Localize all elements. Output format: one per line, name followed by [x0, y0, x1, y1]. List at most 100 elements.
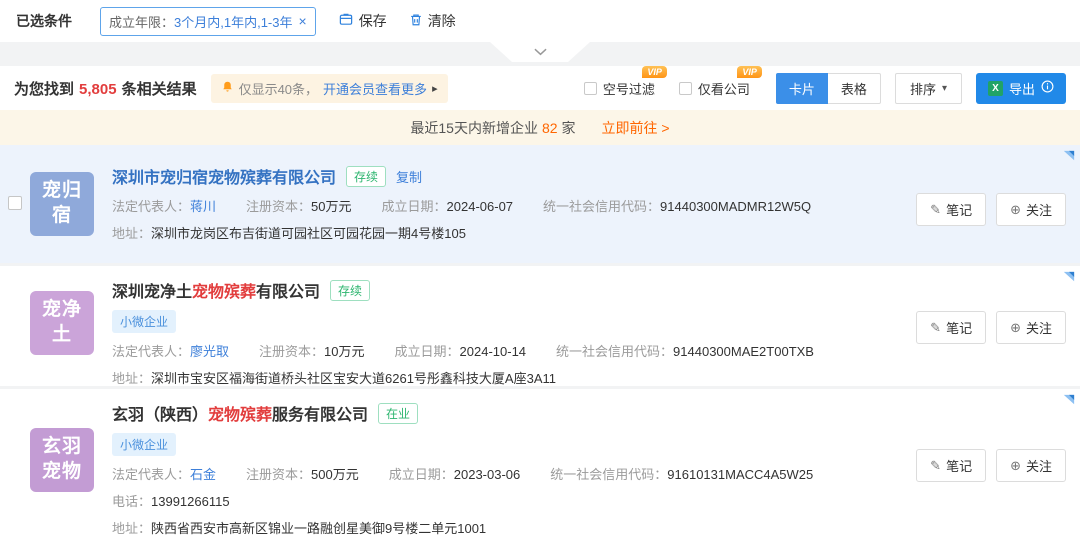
caret-down-icon: ▾ [942, 83, 947, 94]
name-text: 玄羽（陕西） [112, 407, 208, 424]
note-button[interactable]: ✎笔记 [916, 311, 986, 344]
legal-rep-link[interactable]: 蒋川 [190, 199, 216, 214]
corner-ribbon-icon[interactable] [1061, 269, 1076, 289]
empty-number-filter-label: 空号过滤 [603, 79, 655, 98]
legal-rep-link[interactable]: 廖光取 [190, 344, 229, 359]
reg-capital-label: 注册资本： [246, 199, 311, 214]
phone-label: 电话： [112, 494, 151, 509]
found-suffix: 条相关结果 [122, 78, 197, 99]
avatar-text: 土 [52, 323, 72, 348]
checkbox-icon[interactable] [679, 82, 692, 95]
filter-tag-label: 成立年限： [109, 12, 174, 31]
note-button[interactable]: ✎笔记 [916, 193, 986, 226]
member-upgrade-notice: 仅显示40条， 开通会员查看更多 ▸ [211, 74, 448, 103]
pencil-icon: ✎ [930, 202, 941, 218]
export-button[interactable]: X 导出 [976, 73, 1066, 104]
card-action-buttons: ✎笔记 ⊕关注 [916, 311, 1066, 344]
legal-rep-label: 法定代表人： [112, 467, 190, 482]
legal-rep-field: 法定代表人：廖光取 [112, 341, 229, 360]
credit-code-label: 统一社会信用代码： [556, 344, 673, 359]
legal-rep-label: 法定代表人： [112, 199, 190, 214]
results-controls: 空号过滤 VIP 仅看公司 VIP 卡片 表格 排序 ▾ X 导出 [560, 73, 1066, 104]
row-select-checkbox[interactable] [8, 196, 22, 210]
clear-label: 清除 [428, 11, 456, 31]
name-highlight: 宠物殡葬 [192, 284, 256, 301]
company-name-row: 玄羽（陕西）宠物殡葬服务有限公司 在业 [112, 401, 813, 425]
legal-rep-field: 法定代表人：蒋川 [112, 196, 216, 215]
checkbox-icon[interactable] [584, 82, 597, 95]
collapse-panel-button[interactable] [490, 42, 590, 62]
name-text: 深圳宠净土 [112, 284, 192, 301]
results-toolbar: 为您找到 5,805 条相关结果 仅显示40条， 开通会员查看更多 ▸ 空号过滤… [0, 66, 1080, 110]
avatar-text: 宿 [52, 204, 72, 229]
legal-rep-link[interactable]: 石金 [190, 467, 216, 482]
address-row: 地址：深圳市龙岗区布吉街道可园社区可园花园一期4号楼105 [112, 223, 811, 242]
view-mode-toggle: 卡片 表格 [776, 73, 881, 104]
company-name-link[interactable]: 玄羽（陕西）宠物殡葬服务有限公司 [112, 401, 368, 425]
plus-circle-icon: ⊕ [1010, 458, 1021, 474]
notice-count: 82 [542, 120, 558, 136]
reg-capital-value: 500万元 [311, 467, 359, 482]
company-only-checkbox[interactable]: 仅看公司 VIP [679, 79, 750, 98]
company-name-row: 深圳市宠归宿宠物殡葬有限公司 存续 复制 [112, 164, 811, 188]
follow-button[interactable]: ⊕关注 [996, 311, 1066, 344]
plus-circle-icon: ⊕ [1010, 320, 1021, 336]
address-value: 深圳市宝安区福海街道桥头社区宝安大道6261号彤鑫科技大厦A座3A11 [151, 371, 556, 386]
phone-row: 电话：13991266115 [112, 491, 813, 510]
vip-badge: VIP [642, 66, 667, 78]
corner-ribbon-icon[interactable] [1061, 148, 1076, 168]
credit-code-value: 91440300MAE2T00TXB [673, 344, 814, 359]
micro-enterprise-tag[interactable]: 小微企业 [112, 310, 176, 333]
reg-capital-field: 注册资本：10万元 [259, 341, 364, 360]
avatar-text: 宠净 [42, 298, 82, 323]
results-count-text: 为您找到 5,805 条相关结果 [14, 78, 197, 99]
save-filter-button[interactable]: 保存 [338, 11, 387, 31]
company-name-link[interactable]: 深圳市宠归宿宠物殡葬有限公司 [112, 164, 336, 188]
status-badge: 在业 [378, 403, 418, 424]
est-date-field: 成立日期：2023-03-06 [389, 464, 521, 483]
excel-icon: X [988, 81, 1003, 96]
reg-capital-field: 注册资本：50万元 [246, 196, 351, 215]
est-date-value: 2023-03-06 [454, 467, 521, 482]
address-label: 地址： [112, 521, 151, 536]
phone-value: 13991266115 [151, 494, 230, 509]
trash-icon [409, 12, 423, 30]
follow-button[interactable]: ⊕关注 [996, 449, 1066, 482]
bell-icon [221, 80, 234, 97]
filter-tag-establish-years[interactable]: 成立年限： 3个月内,1年内,1-3年 × [100, 7, 316, 36]
save-icon [338, 12, 354, 30]
company-info-row: 法定代表人：廖光取 注册资本：10万元 成立日期：2024-10-14 统一社会… [112, 341, 814, 360]
new-companies-notice-bar: 最近15天内新增企业 82 家 立即前往 > [0, 110, 1080, 145]
company-avatar[interactable]: 宠净 土 [30, 291, 94, 355]
sort-label: 排序 [910, 79, 936, 98]
note-button[interactable]: ✎笔记 [916, 449, 986, 482]
legal-rep-field: 法定代表人：石金 [112, 464, 216, 483]
legal-rep-label: 法定代表人： [112, 344, 190, 359]
company-only-label: 仅看公司 [698, 79, 750, 98]
go-now-link[interactable]: 立即前往 > [602, 118, 670, 138]
company-avatar[interactable]: 宠归 宿 [30, 172, 94, 236]
filter-tag-close-icon[interactable]: × [299, 13, 307, 29]
sort-dropdown-button[interactable]: 排序 ▾ [895, 73, 962, 104]
selected-conditions-bar: 已选条件 成立年限： 3个月内,1年内,1-3年 × 保存 清除 [0, 0, 1080, 42]
follow-button[interactable]: ⊕关注 [996, 193, 1066, 226]
company-name-link[interactable]: 深圳宠净土宠物殡葬有限公司 [112, 278, 320, 302]
status-badge: 存续 [330, 280, 370, 301]
results-summary: 为您找到 5,805 条相关结果 仅显示40条， 开通会员查看更多 ▸ [14, 74, 448, 103]
export-label: 导出 [1009, 79, 1035, 98]
open-membership-link[interactable]: 开通会员查看更多 [323, 79, 427, 98]
copy-name-link[interactable]: 复制 [396, 167, 422, 186]
pencil-icon: ✎ [930, 320, 941, 336]
empty-number-filter-checkbox[interactable]: 空号过滤 VIP [584, 79, 655, 98]
est-date-field: 成立日期：2024-06-07 [382, 196, 514, 215]
credit-code-field: 统一社会信用代码：91440300MAE2T00TXB [556, 341, 814, 360]
micro-enterprise-tag[interactable]: 小微企业 [112, 433, 176, 456]
company-avatar[interactable]: 玄羽 宠物 [30, 428, 94, 492]
credit-code-value: 91440300MADMR12W5Q [660, 199, 811, 214]
corner-ribbon-icon[interactable] [1061, 392, 1076, 412]
view-mode-card-button[interactable]: 卡片 [776, 73, 828, 104]
est-date-label: 成立日期： [389, 467, 454, 482]
view-mode-table-button[interactable]: 表格 [828, 73, 881, 104]
clear-filter-button[interactable]: 清除 [409, 11, 456, 31]
result-count: 5,805 [79, 81, 117, 98]
